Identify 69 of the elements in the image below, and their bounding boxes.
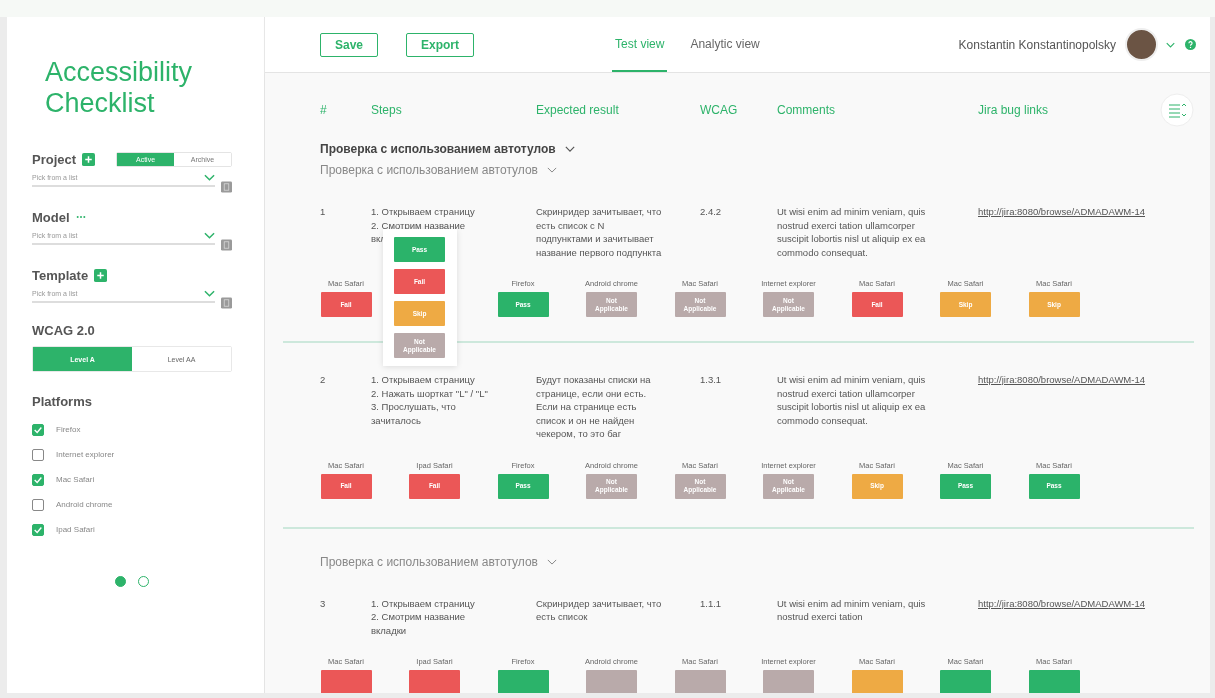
status-button[interactable] [320,670,372,693]
add-icon[interactable] [82,152,96,166]
step-text: 3. Прослушать, что зачиталось [371,400,457,427]
add-icon[interactable] [94,268,108,282]
chevron-icon[interactable] [564,146,575,152]
step-text: 2. Смотрим название вкладки [371,610,466,637]
group-title: Проверка с использованием автотулов [320,142,556,156]
checkbox[interactable] [32,448,44,461]
checkbox-label: Ipad Safari [56,525,95,534]
checkbox[interactable] [32,473,44,486]
checkbox-label: Internet explorer [56,450,115,459]
chevron-icon [204,173,215,181]
wcag-code: 2.4.2 [700,205,723,219]
checkbox[interactable] [32,523,44,536]
row-number: 1 [320,205,327,219]
column-header: Steps [371,103,403,117]
column-header: Expected result [536,103,620,117]
more-icon[interactable] [75,215,86,219]
chevron-icon [204,289,215,297]
clipboard-icon[interactable] [221,181,232,193]
field-label: Project [32,151,77,167]
row-number: 2 [320,373,327,387]
step-text: 1. Открываем страницу [371,205,476,219]
list-settings-icon[interactable] [1160,93,1194,127]
expected-result-text: Скринридер зачитывает, что есть список с N подпунктами и зачитывает название первого подпункта [536,205,663,259]
expected-result-text: Скринридер зачитывает, что есть список [536,596,663,624]
checkbox-label: Firefox [56,425,81,434]
section-label: Platforms [32,394,93,409]
checkbox[interactable] [32,423,44,436]
export-button[interactable]: Export [406,32,475,57]
chevron-icon[interactable] [546,558,557,565]
checkbox[interactable] [32,498,44,511]
checkbox-label: Mac Safari [56,475,95,484]
step-text: 1. Открываем страницу [371,596,476,610]
app-title: Accessibility Checklist [45,57,194,119]
expected-result-text: Будут показаны списки на странице, если они есть. Если на странице есть список и он не найден чекером, то это баг [536,373,652,441]
field-label: Template [32,267,89,283]
column-header: # [320,103,328,117]
field-label: Model [32,209,70,225]
row-number: 3 [320,596,327,611]
wcag-code: 1.1.1 [700,596,723,611]
step-text: 2. Нажать шорткат "L" / "L" [371,386,489,400]
column-header: WCAG [700,103,739,117]
jira-link[interactable]: http://jira:8080/browse/ADMADAWM-14 [978,373,1145,441]
avatar[interactable] [1125,28,1158,61]
comment-text: Ut wisi enim ad minim veniam, quis nostrud exerci tation ullamcorper suscipit lobortis nisl ut aliquip ex ea commodo consequat. [777,373,927,428]
jira-link[interactable]: http://jira:8080/browse/ADMADAWM-14 [978,596,1145,637]
save-button[interactable]: Save [320,32,379,57]
status-button[interactable] [1028,670,1080,693]
status-button[interactable] [497,670,549,693]
wcag-code: 1.3.1 [700,373,723,387]
column-header: Jira bug links [978,103,1049,117]
section-label: WCAG 2.0 [32,323,96,338]
clipboard-icon[interactable] [221,239,232,251]
comment-text: Ut wisi enim ad minim veniam, quis nostrud exerci tation ullamcorper suscipit lobortis nisl ut aliquip ex ea commodo consequat. [777,205,927,259]
checkbox-label: Android chrome [56,500,113,509]
column-header: Comments [777,103,836,117]
view-tab[interactable]: Analytic view [687,17,763,72]
comment-text: Ut wisi enim ad minim veniam, quis nostrud exerci tation [777,596,927,624]
chevron-icon[interactable] [546,167,557,173]
pager-dot[interactable] [115,576,126,587]
chevron-icon [204,231,215,239]
user-name: Konstantin Konstantinopolsky [958,37,1116,52]
clipboard-icon[interactable] [221,297,232,309]
subgroup-title: Проверка с использованием автотулов [320,163,538,177]
subgroup-title: Проверка с использованием автотулов [320,554,538,569]
jira-link[interactable]: http://jira:8080/browse/ADMADAWM-14 [978,205,1145,259]
step-text: 1. Открываем страницу [371,373,476,387]
help-icon[interactable] [1185,39,1196,50]
